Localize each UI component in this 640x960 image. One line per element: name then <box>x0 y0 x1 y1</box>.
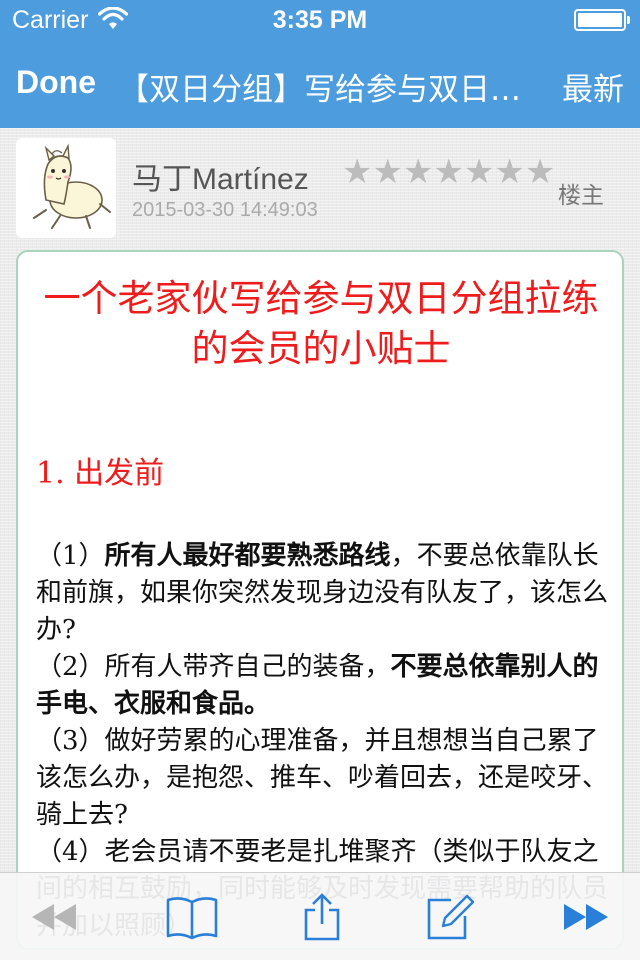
battery-icon <box>574 9 630 31</box>
done-button[interactable]: Done <box>16 64 96 101</box>
fast-forward-icon <box>564 904 608 930</box>
rating-stars: ★★★★★★★ <box>342 152 556 192</box>
bottom-toolbar <box>0 872 640 960</box>
battery-level <box>578 13 622 27</box>
p1-bold: 所有人最好都要熟悉路线 <box>104 541 391 571</box>
alpaca-avatar-icon <box>16 138 116 238</box>
post-title: 一个老家伙写给参与双日分组拉练的会员的小贴士 <box>43 277 599 370</box>
top-bar: Carrier 3:35 PM Done 【双日分组】写给参与双日分组拉练的会员… <box>0 0 640 128</box>
paragraph-2: （2）所有人带齐自己的装备，不要总依靠别人的手电、衣服和食品。 <box>36 649 614 723</box>
post-timestamp: 2015-03-30 14:49:03 <box>132 199 318 221</box>
original-poster-badge: 楼主 <box>558 183 604 209</box>
share-icon <box>304 893 340 941</box>
clock: 3:35 PM <box>272 6 368 34</box>
bookmark-button[interactable] <box>152 873 232 960</box>
thread-title: 【双日分组】写给参与双日分组拉练的会员的小贴士 <box>118 72 528 108</box>
compose-icon <box>427 894 475 940</box>
latest-button[interactable]: 最新 <box>562 64 624 109</box>
compose-button[interactable] <box>410 873 490 960</box>
status-bar: Carrier 3:35 PM <box>0 0 640 40</box>
nav-bar: Done 【双日分组】写给参与双日分组拉练的会员的小贴士 最新 <box>0 40 640 128</box>
next-button[interactable] <box>546 873 626 960</box>
prev-button[interactable] <box>14 873 94 960</box>
section-heading: 1. 出发前 <box>36 456 165 491</box>
paragraph-1: （1）所有人最好都要熟悉路线，不要总依靠队长和前旗，如果你突然发现身边没有队友了… <box>36 538 614 649</box>
paragraph-3: （3）做好劳累的心理准备，并且想想当自己累了该怎么办，是抱怨、推车、吵着回去，还… <box>36 726 609 830</box>
book-icon <box>166 897 218 940</box>
p2-prefix: （2）所有人带齐自己的装备， <box>36 652 391 682</box>
rewind-icon <box>32 904 76 930</box>
post-content-card: 一个老家伙写给参与双日分组拉练的会员的小贴士 1. 出发前 （1）所有人最好都要… <box>16 250 624 950</box>
author-name[interactable]: 马丁Martínez <box>132 154 309 198</box>
avatar[interactable] <box>16 138 116 238</box>
p1-prefix: （1） <box>36 541 105 571</box>
share-button[interactable] <box>282 873 362 960</box>
